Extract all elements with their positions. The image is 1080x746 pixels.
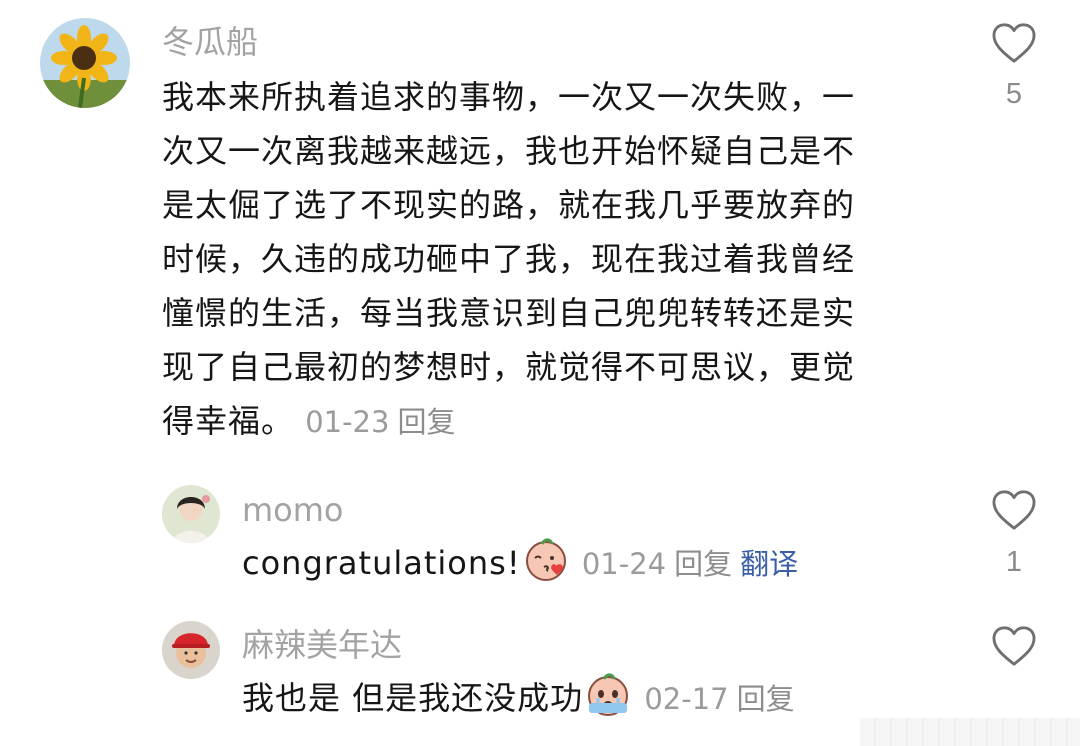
comment-date: 02-17 [644,682,729,716]
comment-text: 我也是 但是我还没成功 02-17 回复 [242,671,942,726]
comment-date: 01-24 [581,547,667,581]
comment-line-last: 得幸福。 01-23 回复 [162,394,942,449]
sunflower-avatar-icon [40,18,130,108]
girl-photo-avatar-icon [162,485,220,543]
comment-line: 是太倔了选了不现实的路，就在我几乎要放弃的 [162,186,856,224]
comment-text: congratulations! 01-24 回复 翻译 [242,536,942,591]
boy-red-cap-avatar-icon [162,621,220,679]
heart-icon [992,490,1036,530]
like-button[interactable] [991,22,1037,64]
avatar[interactable] [162,621,220,679]
comment-line: 憧憬的生活，每当我意识到自己兜兜转转还是实 [162,294,856,332]
heart-icon [992,626,1036,666]
comment-body: 我也是 但是我还没成功 [242,679,584,717]
like-count: 5 [1005,78,1023,110]
reply-button[interactable]: 回复 [397,405,455,439]
reply-button[interactable]: 回复 [737,682,795,716]
comment-date: 01-23 [305,405,390,439]
comment-line: 现了自己最初的梦想时，就觉得不可思议，更觉 [162,348,856,386]
watermark-strip [860,718,1080,746]
reply-button[interactable]: 回复 [674,547,732,581]
crying-face-emoji-icon [585,671,631,717]
avatar[interactable] [40,18,130,108]
comment-author[interactable]: momo [242,490,344,530]
like-button[interactable] [991,489,1037,531]
comment-author[interactable]: 麻辣美年达 [242,625,402,665]
comment-line: 得幸福。 [162,402,295,440]
comment-author[interactable]: 冬瓜船 [162,22,258,62]
comment-text: 我本来所执着追求的事物，一次又一次失败，一 次又一次离我越来越远，我也开始怀疑自… [162,70,942,449]
comment-line: 时候，久违的成功砸中了我，现在我过着我曾经 [162,240,856,278]
comment-line: 次又一次离我越来越远，我也开始怀疑自己是不 [162,132,856,170]
like-button[interactable] [991,625,1037,667]
avatar[interactable] [162,485,220,543]
kiss-face-emoji-icon [523,536,569,582]
comment-body: congratulations! [242,544,521,582]
comment-line: 我本来所执着追求的事物，一次又一次失败，一 [162,78,856,116]
heart-icon [992,23,1036,63]
like-count: 1 [1005,546,1023,578]
translate-button[interactable]: 翻译 [740,547,798,581]
